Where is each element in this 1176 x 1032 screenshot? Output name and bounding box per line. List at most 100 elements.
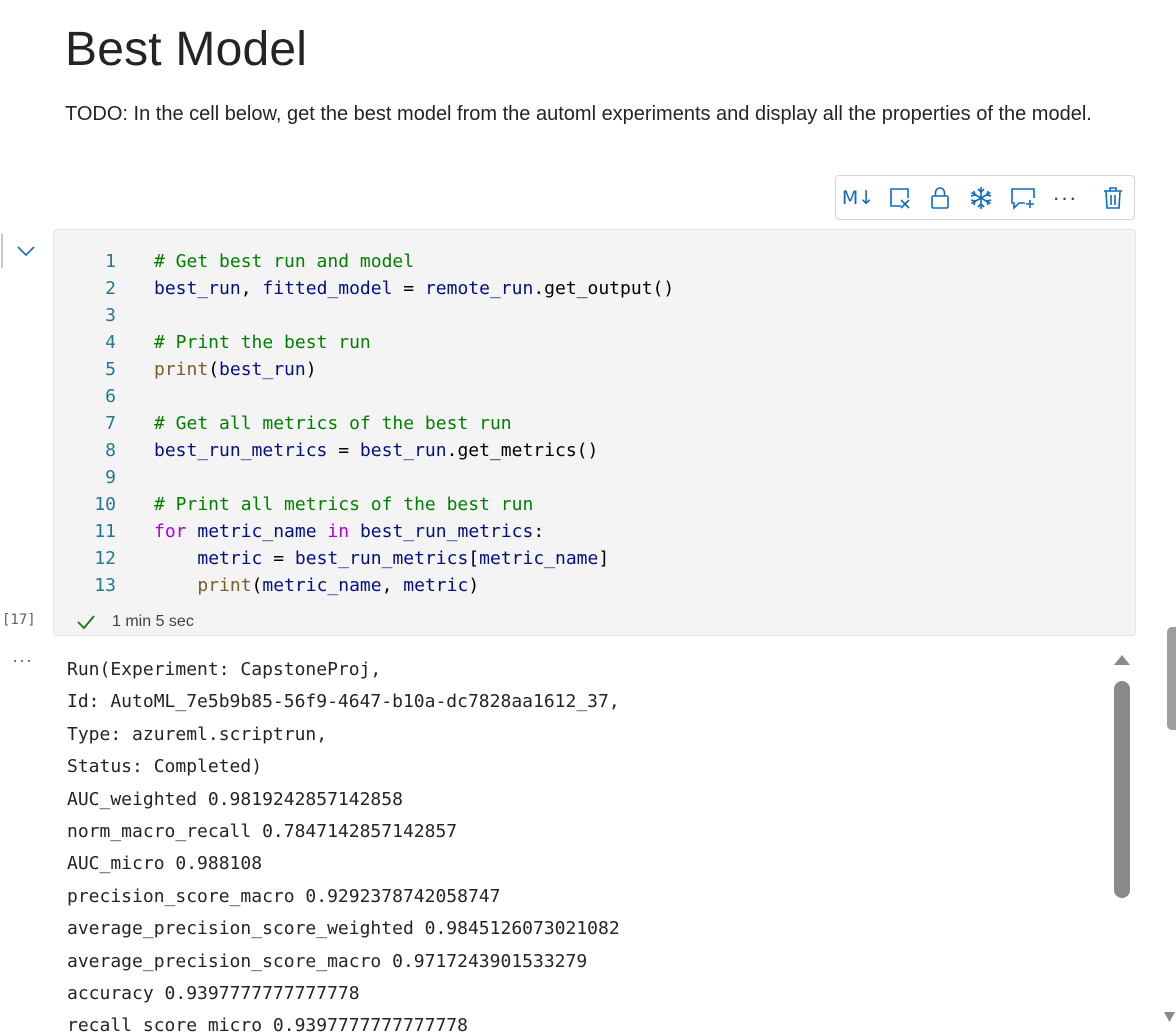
line-number: 9 [105,467,116,488]
code-token: # Print the best run [154,332,371,353]
code-text: print(metric_name, metric) [154,572,479,599]
page-scrollbar-thumb[interactable] [1167,627,1176,730]
more-icon: ··· [1052,185,1078,210]
code-token: # Get all metrics of the best run [154,413,512,434]
code-token: metric [197,548,263,569]
code-token: = [327,440,360,461]
code-token: fitted_model [262,278,393,299]
code-text: print(best_run) [154,356,317,383]
code-token: best_run [359,440,447,461]
code-line[interactable]: 13 print(metric_name, metric) [54,572,1135,599]
code-token: best_run_metrics [359,521,534,542]
code-text: for metric_name in best_run_metrics: [154,518,544,545]
code-text: # Get best run and model [154,248,414,275]
code-line[interactable]: 11 for metric_name in best_run_metrics: [54,518,1135,545]
code-token: best_run [154,278,241,299]
execution-duration: 1 min 5 sec [112,613,194,630]
output-more-button[interactable]: ··· [12,650,33,671]
code-line[interactable]: 8 best_run_metrics = best_run.get_metrics… [54,437,1135,464]
markdown-toggle-button[interactable]: M↓ [841,184,875,212]
execution-status: 1 min 5 sec [76,610,194,634]
clear-output-icon [890,188,910,209]
code-token: .get_metrics() [446,440,599,461]
line-number: 11 [94,521,116,542]
markdown-paragraph: TODO: In the cell below, get the best mo… [65,103,1092,125]
code-token: .get_output() [533,278,675,299]
output-line: average_precision_score_weighted 0.98451… [67,918,620,940]
code-line[interactable]: 4 # Print the best run [54,329,1135,356]
code-token: ( [251,575,263,596]
cell-output: Run(Experiment: CapstoneProj, Id: AutoML_… [67,654,1107,1032]
output-line: Type: azureml.scriptrun, [67,723,328,745]
trash-icon [1104,187,1122,209]
code-line[interactable]: 2 best_run, fitted_model = remote_run.get… [54,275,1135,302]
code-token: best_run_metrics [154,440,328,461]
code-line[interactable]: 1 # Get best run and model [54,248,1135,275]
code-token: , [240,278,263,299]
more-options-button[interactable]: ··· [1050,184,1080,212]
line-number: 10 [94,494,116,515]
checkmark-icon [77,615,95,630]
code-editor[interactable]: 1 # Get best run and model 2 best_run, fitt… [54,248,1135,599]
code-token: for [154,521,187,542]
code-token: : [533,521,545,542]
output-line: accuracy 0.9397777777777778 [67,982,360,1004]
output-line: Run(Experiment: CapstoneProj, [67,659,382,680]
line-number: 8 [105,440,116,461]
line-number: 3 [105,305,116,326]
cell-toolbar: M↓ ··· [835,175,1135,220]
code-token: # Get best run and model [154,251,415,272]
code-token: = [262,548,295,569]
output-line: AUC_weighted 0.9819242857142858 [67,788,403,810]
code-cell[interactable]: 1 # Get best run and model 2 best_run, fitt… [53,229,1136,636]
line-number: 5 [105,359,116,380]
collapse-cell-button[interactable] [12,240,40,262]
delete-cell-button[interactable] [1098,184,1128,212]
line-number: 6 [105,386,116,407]
code-token: metric_name [197,521,317,542]
line-number: 4 [105,332,116,353]
output-line: precision_score_macro 0.9292378742058747 [67,885,501,907]
code-text: # Print the best run [154,329,371,356]
output-line: AUC_micro 0.988108 [67,853,263,875]
code-token: # Print all metrics of the best run [154,494,534,515]
output-scrollbar-thumb[interactable] [1114,681,1130,898]
code-line[interactable]: 12 metric = best_run_metrics[metric_name… [54,545,1135,572]
cell-focus-bar [1,234,3,268]
line-number: 13 [94,575,116,596]
code-token: = [392,278,425,299]
page-scroll-down-arrow[interactable] [1163,1010,1176,1024]
code-token: remote_run [424,278,534,299]
code-line[interactable]: 10 # Print all metrics of the best run [54,491,1135,518]
code-line[interactable]: 5 print(best_run) [54,356,1135,383]
code-token: ] [598,548,610,569]
code-line[interactable]: 9 [54,464,1135,491]
output-line: Status: Completed) [67,756,263,778]
code-line[interactable]: 7 # Get all metrics of the best run [54,410,1135,437]
clear-output-button[interactable] [885,184,915,212]
code-text: best_run, fitted_model = remote_run.get_… [154,275,674,302]
code-line[interactable]: 3 [54,302,1135,329]
lock-cell-button[interactable] [925,184,955,212]
code-token: metric_name [262,575,382,596]
execution-count: [17] [2,612,36,628]
code-text: best_run_metrics = best_run.get_metrics(… [154,437,598,464]
line-number: 2 [105,278,116,299]
chevron-down-icon [17,246,35,257]
markdown-heading: Best Model [65,23,308,76]
code-token: ) [305,359,317,380]
code-line[interactable]: 6 [54,383,1135,410]
code-token: metric [403,575,469,596]
output-line: Id: AutoML_7e5b9b85-56f9-4647-b10a-dc782… [67,691,620,713]
add-comment-button[interactable] [1008,184,1038,212]
output-scroll-up-arrow[interactable] [1112,652,1132,668]
code-token: best_run [219,359,306,380]
freeze-cell-button[interactable] [966,184,996,212]
comment-add-icon [1011,188,1035,210]
line-number: 1 [105,251,116,272]
code-text: # Print all metrics of the best run [154,491,533,518]
snowflake-icon [970,187,992,209]
